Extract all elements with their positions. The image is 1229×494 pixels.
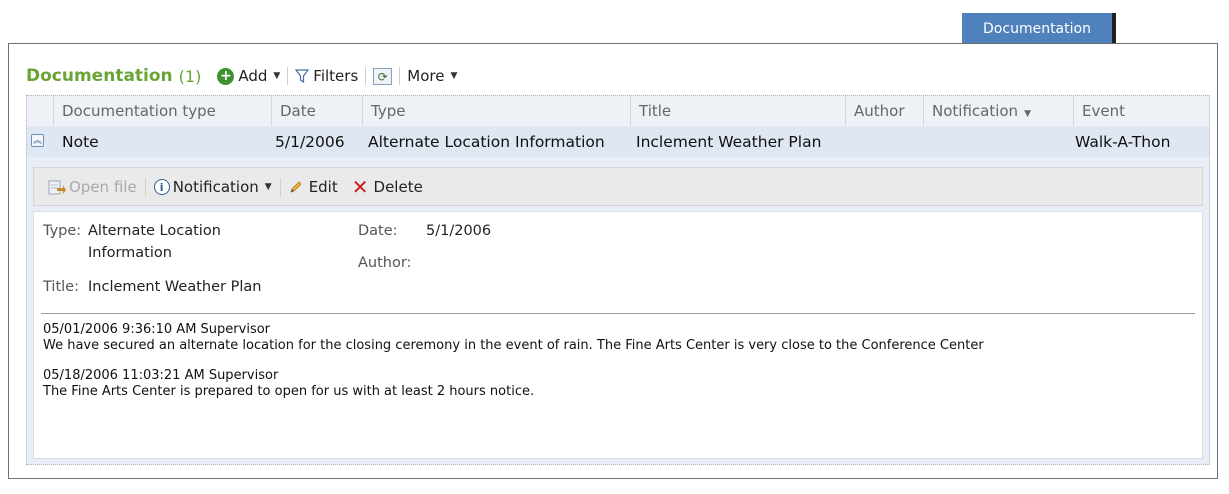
delete-label: Delete (373, 177, 423, 196)
record-count: (1) (178, 66, 202, 86)
grid-header: Documentation type Date Type Title Autho… (27, 96, 1209, 126)
author-field: Author: (358, 255, 411, 271)
more-label: More (407, 67, 445, 85)
type-value-line2: Information (88, 245, 172, 261)
documentation-grid: Documentation type Date Type Title Autho… (26, 95, 1210, 465)
sort-down-icon: ▼ (1024, 109, 1031, 119)
column-header-notification-wrap[interactable]: Notification ▼ (923, 96, 1073, 126)
add-icon: + (217, 67, 235, 85)
edit-label: Edit (308, 177, 338, 196)
record-toolbar: Open file i Notification ▼ Edit ✕ Delete (33, 167, 1203, 206)
note-header: 05/01/2006 9:36:10 AM Supervisor (43, 322, 271, 337)
pencil-icon (290, 180, 302, 193)
column-header-title[interactable]: Title (630, 96, 845, 126)
notification-label: Notification (172, 177, 259, 196)
title-field: Title: (43, 279, 79, 295)
note-text: We have secured an alternate location fo… (43, 338, 984, 353)
documentation-header: Documentation (1) + Add ▼ Filters ⟳ More… (26, 62, 457, 90)
title-value: Inclement Weather Plan (88, 279, 262, 295)
add-label: Add (238, 67, 268, 85)
cell-title: Inclement Weather Plan (636, 133, 822, 151)
filters-button[interactable]: Filters (295, 67, 358, 85)
note-header: 05/18/2006 11:03:21 AM Supervisor (43, 368, 279, 383)
notification-button[interactable]: i Notification ▼ (153, 177, 272, 196)
refresh-button[interactable]: ⟳ (373, 67, 393, 85)
toolbar-divider (279, 177, 281, 196)
toolbar-divider (365, 67, 367, 85)
chevron-down-icon: ▼ (264, 181, 272, 192)
column-header-author[interactable]: Author (845, 96, 923, 126)
collapse-icon[interactable]: ︽ (31, 134, 44, 147)
divider (41, 313, 1195, 314)
open-file-label: Open file (69, 177, 137, 196)
author-label: Author: (358, 255, 412, 271)
date-field: Date: (358, 223, 398, 239)
toolbar-divider (287, 67, 289, 85)
more-button[interactable]: More ▼ (407, 67, 457, 85)
open-file-button[interactable]: Open file (48, 178, 137, 196)
column-header-date[interactable]: Date (271, 96, 362, 126)
type-field: Type: (43, 223, 81, 239)
cell-documentation-type: Note (62, 133, 99, 151)
filter-icon (295, 69, 310, 83)
date-value: 5/1/2006 (426, 223, 492, 239)
date-label: Date: (358, 223, 398, 239)
tab-documentation[interactable]: Documentation (962, 13, 1112, 45)
toolbar-divider (144, 177, 146, 196)
cell-type: Alternate Location Information (368, 133, 605, 151)
note-text: The Fine Arts Center is prepared to open… (43, 384, 535, 399)
delete-button[interactable]: ✕ Delete (352, 177, 423, 197)
add-button[interactable]: + Add ▼ (217, 67, 280, 85)
table-row[interactable]: ︽ Note 5/1/2006 Alternate Location Infor… (27, 127, 1209, 157)
section-title: Documentation (26, 66, 173, 86)
type-label: Type: (43, 223, 82, 239)
title-label: Title: (43, 279, 79, 295)
column-header-type[interactable]: Type (362, 96, 630, 126)
column-header-notification: Notification (932, 102, 1019, 120)
type-value-line1: Alternate Location (88, 223, 221, 239)
note-entry: 05/18/2006 11:03:21 AM Supervisor The Fi… (43, 368, 534, 400)
chevron-down-icon: ▼ (450, 71, 458, 81)
filters-label: Filters (313, 67, 359, 85)
open-file-icon (48, 180, 66, 194)
column-header-event[interactable]: Event (1073, 96, 1209, 126)
delete-x-icon: ✕ (351, 174, 369, 199)
record-detail: Type: Alternate Location Information Tit… (33, 211, 1203, 459)
toolbar-divider (399, 67, 401, 85)
cell-event: Walk-A-Thon (1075, 133, 1171, 151)
info-icon: i (153, 178, 170, 195)
column-header-documentation-type[interactable]: Documentation type (53, 96, 271, 126)
edit-button[interactable]: Edit (289, 178, 338, 196)
refresh-icon: ⟳ (377, 69, 388, 84)
cell-date: 5/1/2006 (275, 133, 345, 151)
chevron-down-icon: ▼ (273, 71, 281, 81)
note-entry: 05/01/2006 9:36:10 AM Supervisor We have… (43, 322, 984, 354)
documentation-panel: Documentation (1) + Add ▼ Filters ⟳ More… (8, 43, 1218, 479)
